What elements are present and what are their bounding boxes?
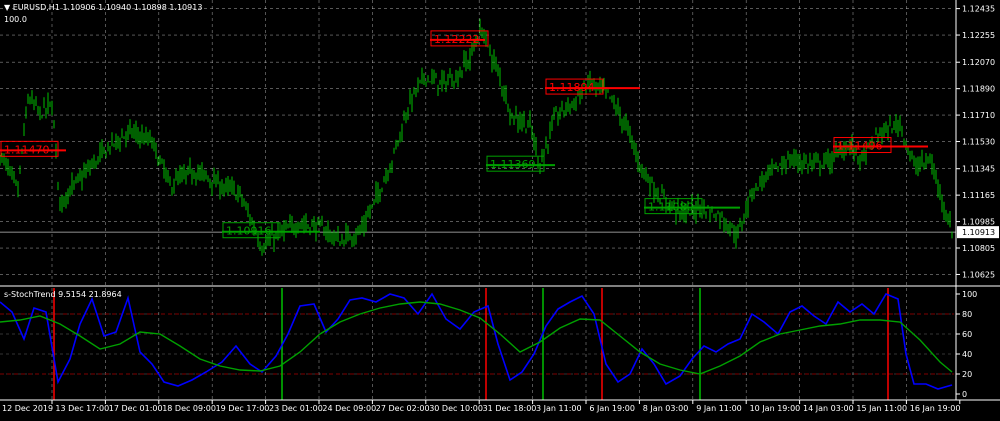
price-label-buy: 1.11080 — [648, 201, 694, 214]
price-label-buy: 1.11369 — [490, 158, 536, 171]
indicator-tick-label: 40 — [962, 350, 972, 359]
time-tick-label: 3 Jan 11:00 — [536, 404, 582, 413]
time-tick-label: 19 Dec 17:00 — [216, 404, 270, 413]
chart-background — [0, 0, 1000, 417]
price-tick-label: 1.11890 — [962, 85, 995, 94]
price-tick-label: 1.11345 — [962, 165, 995, 174]
time-tick-label: 14 Jan 03:00 — [803, 404, 854, 413]
indicator-tick-label: 100 — [962, 290, 977, 299]
price-tick-label: 1.11710 — [962, 111, 995, 120]
symbol-caption: ▼ EURUSD,H1 1.10906 1.10940 1.10898 1.10… — [4, 3, 202, 12]
time-tick-label: 15 Jan 11:00 — [856, 404, 907, 413]
time-tick-label: 10 Jan 19:00 — [750, 404, 801, 413]
price-tick-label: 1.11530 — [962, 138, 995, 147]
time-tick-label: 13 Dec 17:00 — [55, 404, 109, 413]
price-tick-label: 1.10985 — [962, 218, 995, 227]
time-tick-label: 24 Dec 09:00 — [322, 404, 376, 413]
indicator-caption: s-StochTrend 9.5154 21.8964 — [4, 290, 122, 299]
chart-root: 1.11470 1.12222 1.11894 1.11496 1.10916 1.113… — [0, 0, 1000, 417]
time-tick-label: 18 Dec 09:00 — [162, 404, 216, 413]
price-tick-label: 1.11165 — [962, 191, 995, 200]
time-tick-label: 6 Jan 19:00 — [589, 404, 635, 413]
indicator-tick-label: 60 — [962, 330, 972, 339]
price-label-sell: 1.12222 — [434, 33, 480, 46]
price-label-buy: 1.10916 — [226, 225, 272, 238]
price-label-sell: 1.11470 — [4, 143, 50, 156]
indicator-tick-label: 80 — [962, 310, 972, 319]
indicator-tick-label: 20 — [962, 370, 972, 379]
time-tick-label: 30 Dec 10:00 — [429, 404, 483, 413]
price-tick-label: 1.12070 — [962, 58, 995, 67]
price-tick-label: 1.12255 — [962, 31, 995, 40]
time-tick-label: 23 Dec 01:00 — [269, 404, 323, 413]
current-price-label: 1.10913 — [962, 228, 995, 237]
time-tick-label: 9 Jan 11:00 — [696, 404, 742, 413]
time-tick-label: 8 Jan 03:00 — [643, 404, 689, 413]
time-tick-label: 16 Jan 19:00 — [910, 404, 961, 413]
time-tick-label: 27 Dec 02:00 — [376, 404, 430, 413]
price-label-sell: 1.11894 — [549, 81, 595, 94]
price-tick-label: 1.12435 — [962, 5, 995, 14]
indicator-tick-label: 0 — [962, 390, 967, 399]
price-chart[interactable]: 1.11470 1.12222 1.11894 1.11496 1.10916 1.113… — [0, 0, 1000, 417]
price-tick-label: 1.10625 — [962, 270, 995, 279]
time-tick-label: 17 Dec 01:00 — [109, 404, 163, 413]
time-tick-label: 12 Dec 2019 — [2, 404, 53, 413]
panel-max-label: 100.0 — [4, 15, 27, 24]
price-label-sell: 1.11496 — [837, 140, 883, 153]
time-tick-label: 31 Dec 18:00 — [483, 404, 537, 413]
price-tick-label: 1.10805 — [962, 244, 995, 253]
